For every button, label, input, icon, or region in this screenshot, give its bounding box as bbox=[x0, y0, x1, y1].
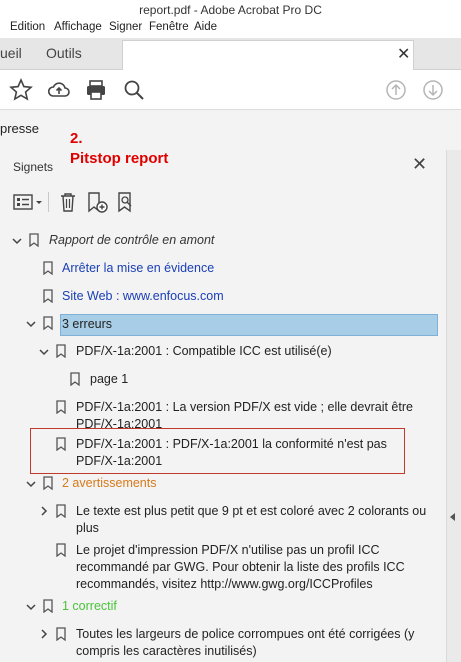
chevron-down-icon[interactable] bbox=[11, 235, 23, 247]
tree-node-website[interactable]: Site Web : www.enfocus.com bbox=[62, 288, 224, 305]
chevron-down-icon[interactable] bbox=[25, 478, 37, 490]
tree-node-root[interactable]: Rapport de contrôle en amont bbox=[49, 232, 214, 249]
bookmark-icon bbox=[43, 261, 53, 275]
chevron-down-icon[interactable] bbox=[38, 346, 50, 358]
tree-node-warning-2-line-2: recommandé par GWG. Pour obtenir la list… bbox=[76, 560, 405, 574]
menu-aide[interactable]: Aide bbox=[194, 21, 217, 33]
bookmark-icon bbox=[56, 504, 66, 518]
tab-bar: ueil Outils ✕ bbox=[0, 38, 461, 70]
panel-title: Signets bbox=[13, 160, 54, 174]
bookmark-icon bbox=[56, 400, 66, 414]
window-title: report.pdf - Adobe Acrobat Pro DC bbox=[139, 3, 322, 17]
tree-node-errors[interactable]: 3 erreurs bbox=[62, 316, 112, 333]
bookmark-icon bbox=[56, 627, 66, 641]
tree-node-stop-highlight[interactable]: Arrêter la mise en évidence bbox=[62, 260, 214, 277]
bookmark-icon bbox=[43, 289, 53, 303]
bookmark-icon bbox=[56, 437, 66, 451]
search-zoom-icon[interactable] bbox=[122, 78, 146, 102]
bookmarks-panel-header: Signets ✕ bbox=[0, 150, 446, 182]
menu-bar: Edition Affichage Signer Fenêtre Aide bbox=[0, 20, 461, 38]
tree-node-error-3-line-2: PDF/X-1a:2001 bbox=[76, 454, 163, 468]
tree-node-warning-1-line-1: Le texte est plus petit que 9 pt et est … bbox=[76, 504, 427, 518]
menu-affichage[interactable]: Affichage bbox=[54, 21, 102, 33]
tree-node-error-2-line-2: PDF/X-1a:2001 bbox=[76, 417, 163, 431]
tree-node-fixes[interactable]: 1 correctif bbox=[62, 598, 117, 615]
annotation-text: Pitstop report bbox=[70, 150, 169, 167]
annotation-number: 2. bbox=[70, 130, 83, 147]
tree-node-error-2-line-1: PDF/X-1a:2001 : La version PDF/X est vid… bbox=[76, 400, 413, 414]
side-label: presse bbox=[0, 121, 40, 136]
tree-node-page-1[interactable]: page 1 bbox=[90, 371, 128, 388]
close-tab-icon[interactable]: ✕ bbox=[397, 44, 410, 64]
print-icon[interactable] bbox=[84, 78, 108, 102]
menu-signer[interactable]: Signer bbox=[109, 21, 142, 33]
tree-node-fix-1[interactable]: Toutes les largeurs de police corrompues… bbox=[76, 626, 414, 660]
tab-tools[interactable]: Outils bbox=[46, 38, 82, 70]
tree-node-error-1[interactable]: PDF/X-1a:2001 : Compatible ICC est utili… bbox=[76, 343, 332, 360]
selected-row-highlight bbox=[60, 314, 438, 336]
bookmark-icon bbox=[56, 344, 66, 358]
chevron-down-icon[interactable] bbox=[25, 601, 37, 613]
menu-edition[interactable]: Edition bbox=[10, 21, 45, 33]
tree-node-warning-2-line-3: recommandés, visitez http://www.gwg.org/… bbox=[76, 577, 373, 591]
toolbar bbox=[0, 70, 461, 110]
bookmark-icon bbox=[29, 233, 39, 247]
chevron-right-icon[interactable] bbox=[38, 628, 50, 640]
bookmarks-toolbar bbox=[0, 182, 446, 222]
page-up-icon[interactable] bbox=[384, 78, 408, 102]
title-bar: report.pdf - Adobe Acrobat Pro DC bbox=[0, 0, 461, 20]
bookmark-icon bbox=[43, 316, 53, 330]
tree-node-warning-1-line-2: plus bbox=[76, 521, 99, 535]
tree-node-fix-1-line-2: compris les caractères inutilisés) bbox=[76, 644, 257, 658]
options-menu-icon[interactable] bbox=[13, 192, 43, 212]
bookmark-search-icon[interactable] bbox=[116, 192, 138, 214]
menu-fenetre[interactable]: Fenêtre bbox=[149, 21, 189, 33]
bookmark-icon bbox=[43, 476, 53, 490]
close-panel-icon[interactable]: ✕ bbox=[412, 154, 427, 175]
new-bookmark-icon[interactable] bbox=[86, 192, 108, 214]
page-down-icon[interactable] bbox=[421, 78, 445, 102]
tree-node-warning-2-line-1: Le projet d'impression PDF/X n'utilise p… bbox=[76, 543, 380, 557]
cloud-upload-icon[interactable] bbox=[47, 78, 71, 102]
tree-node-warning-2[interactable]: Le projet d'impression PDF/X n'utilise p… bbox=[76, 542, 405, 593]
bookmark-icon bbox=[43, 599, 53, 613]
tab-home[interactable]: ueil bbox=[0, 38, 22, 70]
bookmark-icon bbox=[70, 372, 80, 386]
panel-scrollbar[interactable] bbox=[446, 150, 461, 662]
bookmark-icon bbox=[56, 543, 66, 557]
tree-node-warning-1[interactable]: Le texte est plus petit que 9 pt et est … bbox=[76, 503, 426, 537]
delete-icon[interactable] bbox=[58, 192, 78, 212]
chevron-right-icon[interactable] bbox=[38, 505, 50, 517]
tree-node-fix-1-line-1: Toutes les largeurs de police corrompues… bbox=[76, 627, 415, 641]
tree-node-error-3-line-1: PDF/X-1a:2001 : PDF/X-1a:2001 la conform… bbox=[76, 437, 387, 451]
tab-document[interactable] bbox=[122, 40, 414, 70]
collapse-panel-icon[interactable] bbox=[450, 513, 455, 521]
chevron-down-icon[interactable] bbox=[25, 318, 37, 330]
tree-node-error-2[interactable]: PDF/X-1a:2001 : La version PDF/X est vid… bbox=[76, 399, 413, 433]
star-icon[interactable] bbox=[9, 78, 33, 102]
tree-node-warnings[interactable]: 2 avertissements bbox=[62, 475, 156, 492]
tools-divider bbox=[48, 192, 49, 212]
tree-node-error-3[interactable]: PDF/X-1a:2001 : PDF/X-1a:2001 la conform… bbox=[76, 436, 387, 470]
